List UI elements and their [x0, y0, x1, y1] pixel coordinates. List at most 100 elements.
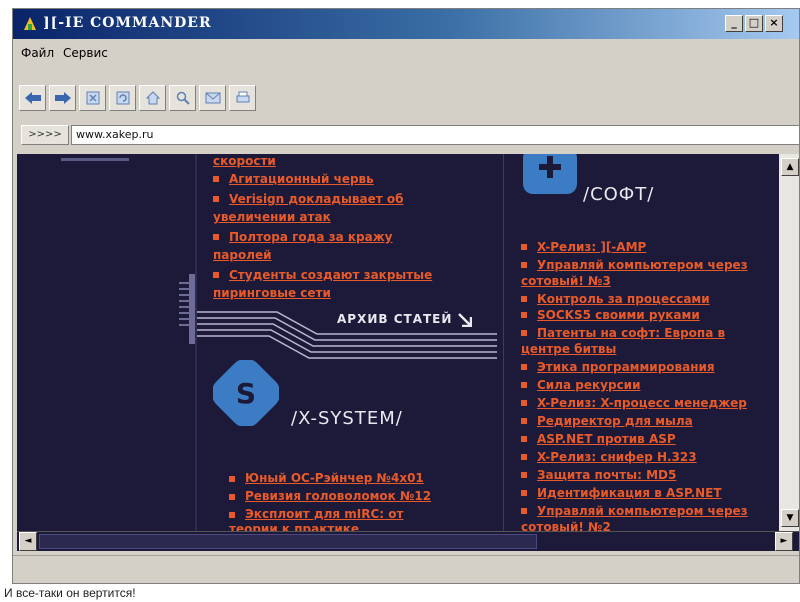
menu-service[interactable]: Сервис — [63, 46, 108, 60]
article-link[interactable]: Юный ОС-Рэйнчер №4х01 — [245, 471, 424, 485]
news-link[interactable]: увеличении атак — [213, 210, 331, 224]
toolbar — [13, 81, 799, 121]
bullet-icon — [521, 244, 527, 250]
go-button[interactable]: >>>> — [21, 125, 69, 145]
bullet-icon — [213, 176, 219, 182]
arrow-down-right-icon — [457, 312, 472, 327]
article-link[interactable]: X-Релиз: снифер H.323 — [537, 450, 697, 464]
home-button[interactable] — [139, 85, 166, 111]
window-title: ][-IE COMMANDER — [43, 15, 212, 31]
news-link[interactable]: скорости — [213, 154, 276, 168]
decorative-panel — [17, 154, 197, 531]
app-logo-icon — [21, 15, 39, 33]
bullet-icon — [521, 472, 527, 478]
article-link[interactable]: Управляй компьютером через — [537, 504, 748, 518]
arrow-right-icon — [54, 92, 71, 104]
maximize-button[interactable]: □ — [745, 15, 763, 32]
back-button[interactable] — [19, 85, 46, 111]
scroll-right-button[interactable]: ► — [775, 532, 793, 551]
address-input[interactable]: www.xakep.ru — [71, 125, 799, 145]
article-link[interactable]: Патенты на софт: Европа в — [537, 326, 725, 340]
archive-link[interactable]: АРХИВ СТАТЕЙ — [337, 312, 472, 327]
print-icon — [236, 91, 249, 103]
bullet-icon — [213, 234, 219, 240]
scroll-up-button[interactable]: ▲ — [781, 158, 799, 176]
soft-logo-icon — [523, 154, 577, 194]
bullet-icon — [521, 382, 527, 388]
article-link[interactable]: ASP.NET против ASP — [537, 432, 676, 446]
news-link[interactable]: Полтора года за кражу — [229, 230, 392, 244]
news-link[interactable]: Verisign докладывает об — [229, 192, 403, 206]
bullet-icon — [521, 454, 527, 460]
vertical-scrollbar[interactable]: ▲ ▼ — [779, 154, 799, 531]
menu-bar: Файл Сервис — [13, 43, 799, 67]
title-bar[interactable]: ][-IE COMMANDER _ □ × — [13, 9, 799, 39]
refresh-button[interactable] — [109, 85, 136, 111]
article-link[interactable]: X-Релиз: X-процесс менеджер — [537, 396, 747, 410]
bullet-icon — [521, 262, 527, 268]
horizontal-scrollbar[interactable]: ◄ ► — [17, 531, 799, 551]
address-bar: >>>> www.xakep.ru — [13, 123, 799, 149]
bullet-icon — [521, 490, 527, 496]
article-link[interactable]: центре битвы — [521, 342, 616, 356]
svg-text:S: S — [236, 377, 256, 410]
stop-button[interactable] — [79, 85, 106, 111]
forward-button[interactable] — [49, 85, 76, 111]
mail-button[interactable] — [199, 85, 226, 111]
caption-text: И все-таки он вертится! — [4, 586, 136, 600]
article-link[interactable]: Защита почты: MD5 — [537, 468, 676, 482]
article-link[interactable]: Этика программирования — [537, 360, 715, 374]
arrow-left-icon — [24, 92, 41, 104]
bullet-icon — [521, 312, 527, 318]
print-button[interactable] — [229, 85, 256, 111]
search-icon — [176, 91, 190, 105]
figure-caption: И все-таки он вертится! — [0, 584, 800, 602]
bullet-icon — [229, 476, 235, 482]
x-system-logo-icon: S — [213, 360, 279, 426]
bullet-icon — [521, 330, 527, 336]
article-link[interactable]: X-Релиз: ][-AMP — [537, 240, 646, 254]
close-button[interactable]: × — [765, 15, 783, 32]
menu-file[interactable]: Файл — [21, 46, 54, 60]
bullet-icon — [521, 508, 527, 514]
article-link[interactable]: сотовый! №3 — [521, 274, 611, 288]
refresh-icon — [116, 91, 129, 105]
article-link[interactable]: Управляй компьютером через — [537, 258, 748, 272]
status-bar — [13, 555, 799, 583]
news-link[interactable]: паролей — [213, 248, 272, 262]
article-link[interactable]: SOCKS5 своими руками — [537, 308, 700, 322]
article-link[interactable]: Контроль за процессами — [537, 292, 710, 306]
article-link[interactable]: Идентификация в ASP.NET — [537, 486, 722, 500]
search-button[interactable] — [169, 85, 196, 111]
stop-icon — [86, 91, 99, 105]
app-window: ][-IE COMMANDER _ □ × Файл Сервис >>>> w… — [12, 8, 800, 584]
article-link[interactable]: Эксплоит для mIRC: от — [245, 507, 403, 521]
home-icon — [145, 91, 160, 105]
web-content: скорости Агитационный червь Verisign док… — [17, 154, 779, 531]
scroll-left-button[interactable]: ◄ — [19, 532, 37, 551]
minimize-button[interactable]: _ — [725, 15, 743, 32]
article-link[interactable]: теории к практике — [229, 522, 359, 531]
news-link[interactable]: Агитационный червь — [229, 172, 374, 186]
mail-icon — [205, 92, 220, 104]
article-link[interactable]: Редиректор для мыла — [537, 414, 693, 428]
bullet-icon — [521, 296, 527, 302]
bullet-icon — [521, 400, 527, 406]
article-link[interactable]: Сила рекурсии — [537, 378, 641, 392]
bullet-icon — [521, 436, 527, 442]
news-link[interactable]: пиринговые сети — [213, 286, 331, 300]
bullet-icon — [229, 494, 235, 500]
bullet-icon — [213, 196, 219, 202]
article-link[interactable]: сотовый! №2 — [521, 520, 611, 531]
bullet-icon — [229, 512, 235, 518]
article-link[interactable]: Ревизия головоломок №12 — [245, 489, 431, 503]
bullet-icon — [521, 418, 527, 424]
section-title-x-system: /X-SYSTEM/ — [291, 408, 403, 429]
bullet-icon — [521, 364, 527, 370]
news-link[interactable]: Студенты создают закрытые — [229, 268, 432, 282]
archive-label: АРХИВ СТАТЕЙ — [337, 312, 453, 326]
scroll-down-button[interactable]: ▼ — [781, 509, 799, 527]
section-title-soft: /СОФТ/ — [583, 184, 655, 205]
scroll-thumb[interactable] — [39, 534, 537, 549]
bullet-icon — [213, 272, 219, 278]
